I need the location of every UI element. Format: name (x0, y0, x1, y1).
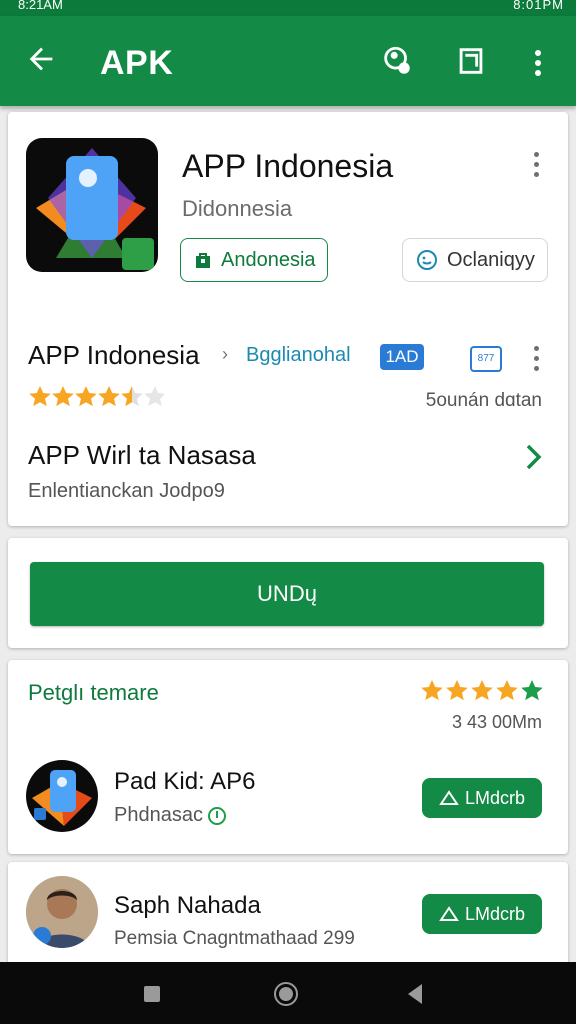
related-app-subtitle-row: Phdnasac (114, 804, 227, 827)
whats-new-subtitle: Enlentianckan Jodpo9 (28, 480, 225, 502)
calendar-icon[interactable]: 877 (470, 346, 502, 372)
account-icon[interactable] (380, 44, 414, 78)
related-card: Petglı temare 3 43 00Mm Pad Kid: AP6 Phd… (8, 660, 568, 854)
person-name[interactable]: Saph Nahada (114, 892, 261, 920)
related-rating-stars (421, 680, 543, 701)
download-icon (439, 790, 459, 805)
detail-more-icon[interactable] (532, 346, 540, 378)
app-icon (26, 138, 158, 272)
detail-category-link[interactable]: Bgglianohal (246, 344, 351, 367)
related-app-icon[interactable] (26, 760, 98, 832)
status-time-right: 8:01PM (513, 0, 564, 12)
related-install-button[interactable]: LMdcrb (422, 778, 542, 818)
app-name: APP Indonesia (182, 148, 394, 184)
smile-icon (417, 250, 437, 270)
secondary-chip-label: Oclaniqyy (447, 248, 535, 271)
app-size: 5ounán dɑtan (425, 390, 542, 411)
install-card: UNDų (8, 538, 568, 648)
person-action-label: LMdcrb (464, 903, 526, 924)
whats-new-title[interactable]: APP Wirl ta Nasasa (28, 440, 256, 471)
related-app-subtitle: Phdnasac (114, 804, 203, 826)
related-count: 3 43 00Mm (451, 712, 542, 732)
related-app-name[interactable]: Pad Kid: AP6 (114, 768, 255, 796)
system-nav-bar (0, 962, 576, 1024)
info-icon (207, 806, 226, 825)
install-button[interactable]: UNDų (30, 562, 544, 626)
related-section-title[interactable]: Petglı temare (28, 680, 159, 706)
recents-button[interactable] (144, 986, 160, 1002)
chevron-right-icon[interactable] (524, 442, 544, 472)
category-chip-label: Andonesia (221, 248, 316, 271)
arrow-back-icon[interactable] (24, 42, 58, 76)
bag-icon (196, 253, 210, 268)
status-time-left: 8:21AM (18, 0, 63, 12)
download-icon (439, 906, 459, 921)
status-bar: 8:21AM 8:01PM (0, 0, 576, 16)
more-vert-icon[interactable] (530, 44, 546, 78)
person-subtitle: Pemsia Cnagntmathaad 299 (114, 928, 355, 949)
ad-badge: 1AD (380, 344, 424, 370)
category-chip[interactable]: Andonesia (180, 238, 328, 282)
secondary-chip[interactable]: Oclaniqyy (402, 238, 548, 282)
share-icon[interactable] (454, 44, 488, 78)
app-more-icon[interactable] (532, 152, 540, 184)
back-nav-button[interactable] (404, 982, 426, 1006)
app-detail-card: APP Indonesia Didonnesia Andonesia Oclan… (8, 112, 568, 526)
app-bar-title: APK (100, 44, 174, 82)
rating-stars (29, 386, 164, 407)
person-action-button[interactable]: LMdcrb (422, 894, 542, 934)
home-button[interactable] (272, 980, 300, 1008)
app-developer[interactable]: Didonnesia (182, 196, 292, 222)
detail-app-name: APP Indonesia (28, 340, 200, 370)
avatar[interactable] (26, 876, 98, 948)
detail-separator: › (222, 344, 228, 364)
related-install-label: LMdcrb (464, 787, 526, 808)
app-bar: APK (0, 16, 576, 106)
